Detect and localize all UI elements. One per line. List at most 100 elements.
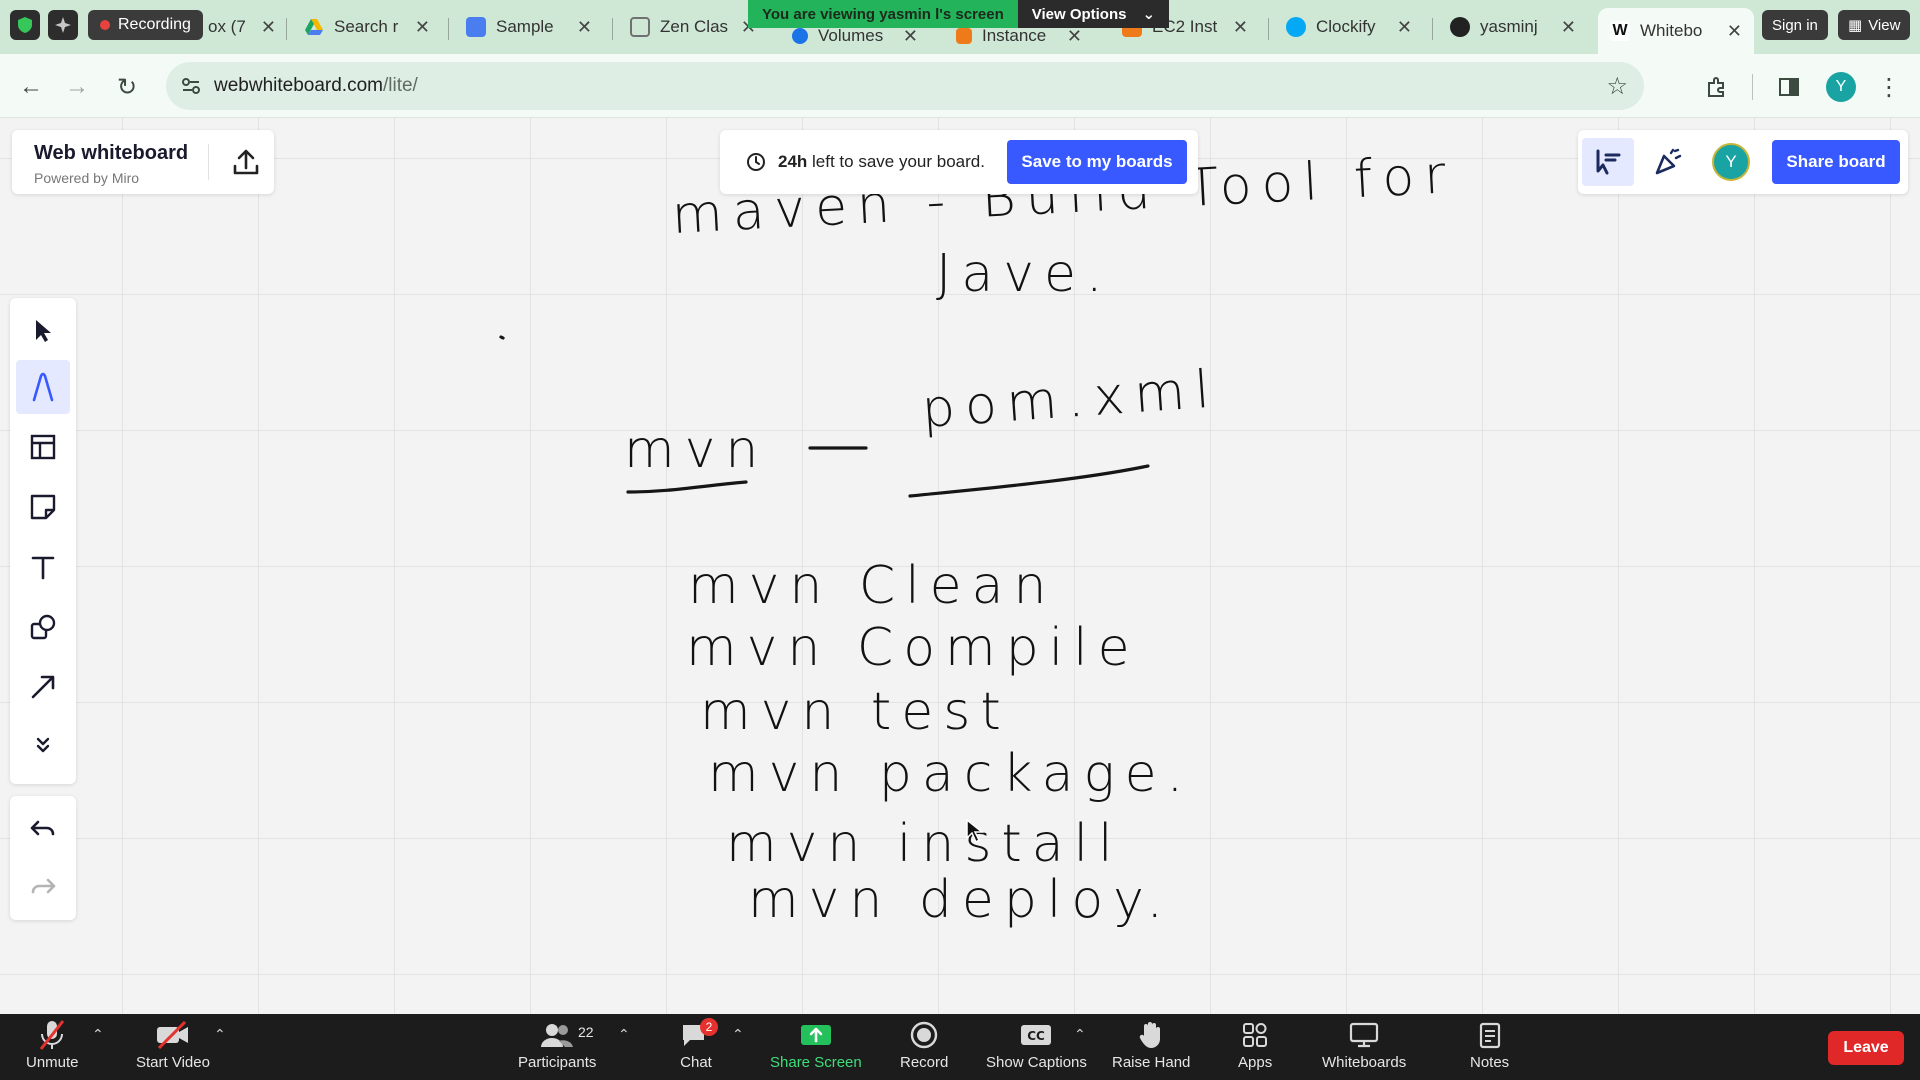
bookmark-star-icon[interactable]: ☆ [1606,72,1628,101]
audio-options-caret-icon[interactable]: ⌃ [92,1026,104,1043]
save-message-text: left to save your board. [812,152,985,171]
close-tab-icon[interactable]: ✕ [1397,17,1412,38]
collaboration-card: Y Share board [1578,130,1908,194]
notes-icon [1478,1018,1502,1052]
apps-label: Apps [1238,1054,1273,1071]
tab-divider [448,18,449,40]
leave-meeting-button[interactable]: Leave [1828,1031,1904,1065]
sparkle-extension-icon[interactable] [48,10,78,40]
brand-subtitle: Powered by Miro [34,170,140,186]
view-options-button[interactable]: View Options ⌄ [1017,0,1170,28]
share-board-button[interactable]: Share board [1772,140,1900,184]
more-tools-chevron-icon[interactable] [16,718,70,772]
whiteboards-button[interactable]: Whiteboards [1322,1018,1406,1071]
whiteboard-canvas[interactable]: maven - Build Tool for Jave. mvn pom.xml… [0,118,1920,1014]
drive-icon [304,17,324,37]
close-tab-icon[interactable]: ✕ [903,26,918,47]
undo-icon[interactable] [16,802,70,856]
tab-mail[interactable]: ox (7 ✕ [196,8,288,46]
forward-arrow-icon[interactable]: → [60,70,94,104]
side-panel-icon[interactable] [1772,70,1806,104]
frame-template-icon[interactable] [16,420,70,474]
video-options-caret-icon[interactable]: ⌃ [214,1026,226,1043]
close-tab-icon[interactable]: ✕ [1561,17,1576,38]
address-bar[interactable]: webwhiteboard.com/lite/ ☆ [166,62,1644,110]
apps-button[interactable]: Apps [1238,1018,1272,1071]
pen-tool-icon[interactable] [16,360,70,414]
participants-icon [539,1018,575,1052]
view-button[interactable]: ▦ View [1838,10,1911,40]
tab-whiteboard-active[interactable]: W Whitebo ✕ [1598,8,1754,54]
chat-caret-icon[interactable]: ⌃ [732,1026,744,1043]
cursor-flag-icon[interactable] [1582,138,1634,186]
screen-share-banner: You are viewing yasmin l's screen View O… [748,0,1170,28]
raise-hand-button[interactable]: Raise Hand [1112,1018,1190,1071]
brand-name: Web whiteboard [34,142,189,164]
share-screen-button[interactable]: Share Screen [770,1018,862,1071]
sign-in-label: Sign in [1772,16,1818,34]
profile-avatar[interactable]: Y [1826,72,1856,102]
tab-github[interactable]: yasminj ✕ [1438,8,1588,46]
close-tab-icon[interactable]: ✕ [577,17,592,38]
svg-text:CC: CC [1028,1029,1046,1043]
participants-caret-icon[interactable]: ⌃ [618,1026,630,1043]
recording-indicator[interactable]: Recording [88,10,203,40]
window-icon [630,17,650,37]
close-tab-icon[interactable]: ✕ [1067,26,1082,47]
github-icon [1450,17,1470,37]
record-button[interactable]: Record [900,1018,948,1071]
close-tab-icon[interactable]: ✕ [1233,17,1248,38]
toolbar-divider [1752,74,1753,100]
captions-caret-icon[interactable]: ⌃ [1074,1026,1086,1043]
celebrate-icon[interactable] [1642,138,1694,186]
tab-title: ox (7 [208,17,246,36]
recording-dot-icon [100,20,110,30]
underline-pom [908,464,1150,498]
upload-icon[interactable] [230,146,262,178]
notes-label: Notes [1470,1054,1510,1071]
tab-docs-sample[interactable]: Sample ✕ [454,8,604,46]
browser-tab-strip: Recording ox (7 ✕ Search r ✕ Sample ✕ Ze… [0,0,1920,54]
tab-title: Whitebo [1640,21,1703,40]
handwritten-cmd-test: mvn test [700,682,1011,742]
extensions-puzzle-icon[interactable] [1700,70,1734,104]
close-tab-icon[interactable]: ✕ [415,17,430,38]
connector-arrow-icon[interactable] [16,660,70,714]
handwritten-line-java: Jave. [936,244,1113,304]
sign-in-button[interactable]: Sign in [1762,10,1828,40]
redo-icon[interactable] [16,860,70,914]
save-message: 24h left to save your board. [778,152,985,172]
tab-zen-class[interactable]: Zen Clas ✕ [618,8,768,46]
video-off-icon [155,1018,191,1052]
recording-label: Recording [118,16,191,33]
back-arrow-icon[interactable]: ← [14,70,48,104]
text-tool-icon[interactable] [16,540,70,594]
tab-drive-search[interactable]: Search r ✕ [292,8,442,46]
record-icon [910,1018,938,1052]
more-menu-icon[interactable]: ⋮ [1872,70,1906,104]
close-tab-icon[interactable]: ✕ [261,17,276,38]
tab-divider [1432,18,1433,40]
close-tab-icon[interactable]: ✕ [1727,21,1742,42]
start-video-button[interactable]: Start Video [136,1018,210,1071]
sticky-note-icon[interactable] [16,480,70,534]
unmute-button[interactable]: Unmute [26,1018,79,1071]
save-to-boards-button[interactable]: Save to my boards [1007,140,1187,184]
whiteboard-w-icon: W [1610,21,1630,41]
share-screen-icon [800,1018,832,1052]
shapes-icon[interactable] [16,600,70,654]
site-settings-icon[interactable] [180,75,202,102]
board-user-avatar[interactable]: Y [1712,143,1750,181]
tab-title: Zen Clas [660,17,729,36]
history-controls [10,796,76,920]
grid-icon: ▦ [1848,17,1863,34]
show-captions-button[interactable]: CC Show Captions [986,1018,1087,1071]
select-arrow-icon[interactable] [16,304,70,358]
tab-clockify[interactable]: Clockify ✕ [1274,8,1424,46]
muted-microphone-icon [37,1018,67,1052]
notes-button[interactable]: Notes [1470,1018,1509,1071]
shield-extension-icon[interactable] [10,10,40,40]
reload-icon[interactable]: ↻ [110,70,144,104]
share-screen-label: Share Screen [770,1054,862,1071]
url-text: webwhiteboard.com/lite/ [214,75,418,97]
